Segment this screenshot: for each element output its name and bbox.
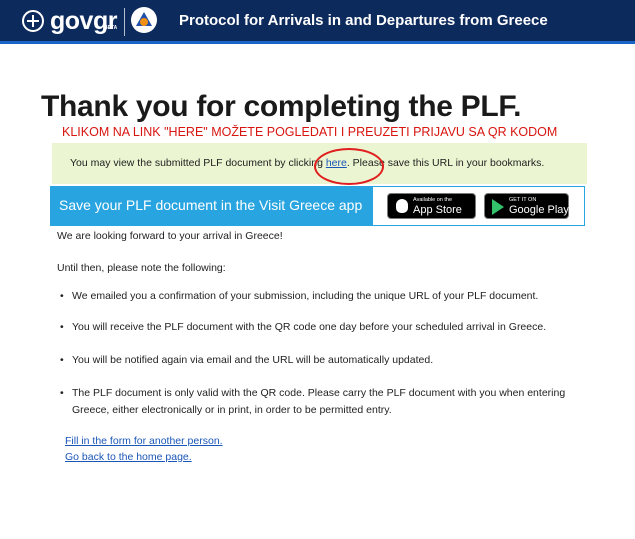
page-title: Thank you for completing the PLF. <box>41 90 522 123</box>
header-divider <box>124 8 125 36</box>
site-header: govgr BETA Protocol for Arrivals in and … <box>0 0 635 44</box>
app-banner-text: Save your PLF document in the Visit Gree… <box>59 197 363 213</box>
google-play-button[interactable]: GET IT ON Google Play <box>484 193 569 219</box>
greek-emblem-icon <box>22 10 44 32</box>
header-title[interactable]: Protocol for Arrivals in and Departures … <box>179 12 548 29</box>
annotation-circle <box>314 148 384 185</box>
fill-another-person-link[interactable]: Fill in the form for another person. <box>65 435 223 447</box>
notice-text: You may view the submitted PLF document … <box>70 157 545 169</box>
annotation-text: KLIKOM NA LINK "HERE" MOŽETE POGLEDATI I… <box>62 125 558 139</box>
home-page-link[interactable]: Go back to the home page. <box>65 451 192 463</box>
civil-protection-logo-icon <box>131 7 157 33</box>
app-store-button[interactable]: Available on the App Store <box>387 193 476 219</box>
intro-text: We are looking forward to your arrival i… <box>57 230 283 242</box>
apple-icon <box>396 199 408 213</box>
beta-badge: BETA <box>104 25 118 31</box>
app-banner-label-area: Save your PLF document in the Visit Gree… <box>51 187 373 225</box>
google-play-icon <box>492 199 504 215</box>
visit-greece-app-banner: Save your PLF document in the Visit Gree… <box>50 186 585 226</box>
note-heading: Until then, please note the following: <box>57 262 226 274</box>
govgr-logo[interactable]: govgr <box>50 6 117 36</box>
